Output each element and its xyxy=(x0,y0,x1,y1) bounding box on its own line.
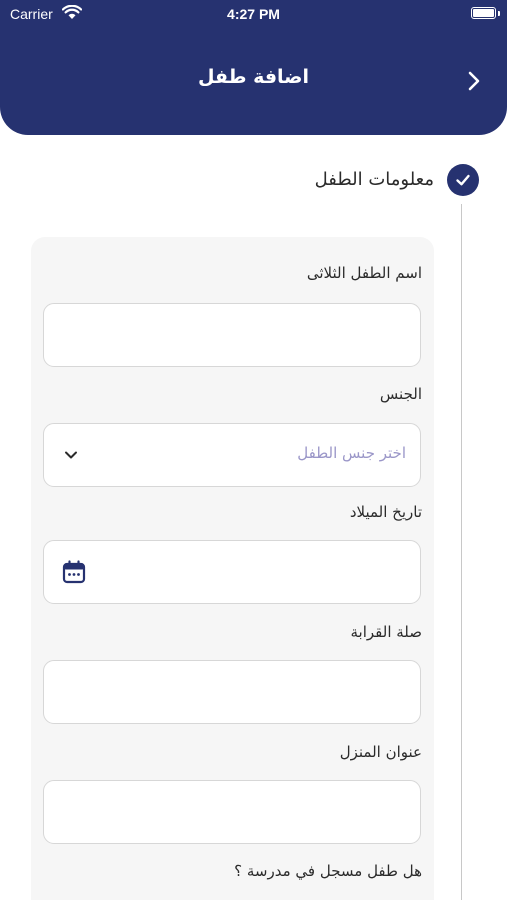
stepper-line xyxy=(461,204,462,900)
gender-select-placeholder: اختر جنس الطفل xyxy=(297,444,406,462)
chevron-right-icon xyxy=(468,71,480,91)
chevron-down-icon xyxy=(65,451,77,459)
back-button[interactable] xyxy=(459,64,489,98)
battery-icon xyxy=(471,7,496,19)
birth-date-label: تاريخ الميلاد xyxy=(349,503,422,521)
gender-label: الجنس xyxy=(379,385,422,403)
status-bar: Carrier 4:27 PM xyxy=(0,0,507,28)
status-time: 4:27 PM xyxy=(227,6,280,22)
full-name-label: اسم الطفل الثلاثى xyxy=(306,264,422,282)
page-title: اضافة طفل xyxy=(197,66,310,88)
birth-date-input[interactable] xyxy=(43,540,421,604)
address-input[interactable] xyxy=(43,780,421,844)
step-completed-badge[interactable] xyxy=(447,164,479,196)
address-label: عنوان المنزل xyxy=(339,743,422,761)
check-icon xyxy=(456,174,470,186)
gender-select[interactable]: اختر جنس الطفل xyxy=(43,423,421,487)
school-question-label: هل طفل مسجل في مدرسة ؟ xyxy=(234,862,422,880)
relation-label: صلة القرابة xyxy=(350,623,423,641)
full-name-input[interactable] xyxy=(43,303,421,367)
step-title[interactable]: معلومات الطفل xyxy=(315,169,434,190)
battery-tip xyxy=(498,11,500,16)
calendar-icon[interactable] xyxy=(61,559,87,585)
relation-input[interactable] xyxy=(43,660,421,724)
